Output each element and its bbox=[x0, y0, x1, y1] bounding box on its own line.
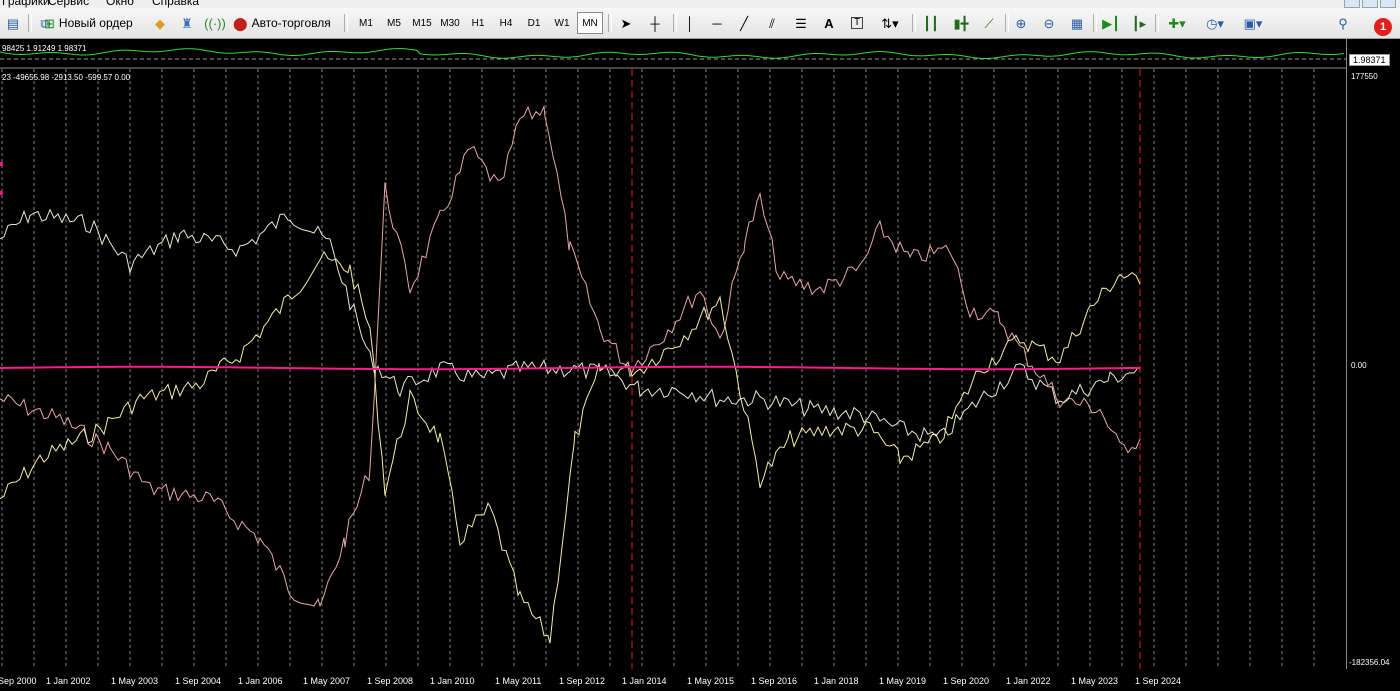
horizontal-line-icon[interactable]: ─ bbox=[706, 12, 728, 34]
x-label: 1 May 2011 bbox=[495, 676, 542, 686]
text-icon[interactable]: A bbox=[818, 12, 840, 34]
text-label-icon[interactable]: T bbox=[845, 12, 869, 34]
y-axis-min: -182356.04 bbox=[1349, 658, 1390, 667]
new-order-label: Новый ордер bbox=[58, 16, 133, 30]
templates-dropdown-icon[interactable]: ▣▾ bbox=[1236, 12, 1270, 34]
menu-bar: Графики Сервис Окно Справка bbox=[0, 0, 1400, 8]
arrows-dropdown-icon[interactable]: ⇅▾ bbox=[874, 12, 906, 34]
minimize-button[interactable] bbox=[1344, 0, 1360, 8]
x-label: 1 May 2015 bbox=[687, 676, 735, 686]
new-order-icon: ⊞ bbox=[44, 15, 55, 31]
price-axis[interactable]: 1.98371 177550 0.00 -182356.04 bbox=[1346, 39, 1400, 669]
auto-scroll-icon[interactable]: ▶┃ bbox=[1099, 12, 1123, 34]
chart-canvas[interactable] bbox=[0, 39, 1346, 669]
fibonacci-icon[interactable]: ☰ bbox=[789, 12, 813, 34]
x-label: 1 Sep 2024 bbox=[1135, 676, 1182, 686]
tile-windows-icon[interactable]: ▦ bbox=[1065, 12, 1089, 34]
close-button[interactable] bbox=[1380, 0, 1396, 8]
auto-trading-icon: ⬤ bbox=[233, 15, 248, 31]
magenta-marker-2 bbox=[0, 191, 3, 195]
timeframe-h4[interactable]: H4 bbox=[493, 12, 519, 34]
x-label: 1 May 2007 bbox=[303, 676, 351, 686]
x-label: 1 Sep 2020 bbox=[943, 676, 990, 686]
navigator-icon[interactable]: ♜ bbox=[176, 12, 198, 34]
vertical-line-icon[interactable]: │ bbox=[679, 12, 701, 34]
zoom-out-icon[interactable]: ⊖ bbox=[1037, 12, 1061, 34]
x-label: 1 Sep 2016 bbox=[751, 676, 798, 686]
toolbar: ▤ ⧉ ⊞ Новый ордер ◆ ♜ ((·)) ⬤ Авто-торго… bbox=[0, 8, 1400, 39]
chart-window[interactable]: 98425 1.91249 1.98371 23 -49655.98 -2913… bbox=[0, 39, 1346, 669]
x-label: 1 Sep 2004 bbox=[175, 676, 222, 686]
magenta-marker-1 bbox=[0, 162, 3, 166]
profiles-icon[interactable]: ▤ bbox=[2, 12, 24, 34]
timeframe-h1[interactable]: H1 bbox=[465, 12, 491, 34]
x-label: 1 Jan 2022 bbox=[1006, 676, 1051, 686]
series-magenta bbox=[0, 365, 1140, 371]
series-pink bbox=[0, 104, 1141, 608]
zoom-in-icon[interactable]: ⊕ bbox=[1009, 12, 1033, 34]
x-label: 1 Jan 2010 bbox=[430, 676, 475, 686]
notification-badge[interactable]: 1 bbox=[1374, 18, 1392, 36]
signals-icon[interactable]: ((·)) bbox=[203, 12, 227, 34]
auto-trading-button[interactable]: ⬤ Авто-торговля bbox=[233, 12, 339, 34]
new-order-button[interactable]: ⊞ Новый ордер bbox=[44, 12, 144, 34]
candlestick-icon[interactable]: ▮╋ bbox=[948, 12, 974, 34]
periods-dropdown-icon[interactable]: ◷▾ bbox=[1198, 12, 1232, 34]
price-label-current: 1.98371 bbox=[1349, 54, 1390, 66]
equidistant-channel-icon[interactable]: ⫽ bbox=[760, 12, 784, 34]
menu-window[interactable]: Окно bbox=[106, 0, 134, 8]
indicators-dropdown-icon[interactable]: ✚▾ bbox=[1160, 12, 1194, 34]
y-axis-max: 177550 bbox=[1351, 72, 1378, 81]
x-label: Sep 2000 bbox=[0, 676, 37, 686]
chart-shift-icon[interactable]: ┃▸ bbox=[1127, 12, 1151, 34]
top-pane-green-series bbox=[0, 48, 1345, 59]
window-controls bbox=[1344, 0, 1396, 8]
cursor-icon[interactable]: ➤ bbox=[614, 12, 638, 34]
line-chart-icon[interactable]: ⟋ bbox=[977, 12, 1001, 34]
timeframe-m30[interactable]: M30 bbox=[437, 12, 463, 34]
x-label: 1 May 2019 bbox=[879, 676, 927, 686]
menu-charts[interactable]: Графики bbox=[2, 0, 50, 8]
search-icon[interactable]: ⚲ bbox=[1332, 12, 1354, 34]
timeframe-m1[interactable]: M1 bbox=[353, 12, 379, 34]
top-pane-info: 98425 1.91249 1.98371 bbox=[2, 44, 87, 53]
timeframe-d1[interactable]: D1 bbox=[521, 12, 547, 34]
timeframe-mn[interactable]: MN bbox=[577, 12, 603, 34]
timeframe-w1[interactable]: W1 bbox=[549, 12, 575, 34]
x-label: 1 Sep 2012 bbox=[559, 676, 606, 686]
timeframe-m15[interactable]: M15 bbox=[409, 12, 435, 34]
series-yellow bbox=[0, 250, 1141, 644]
main-pane-info: 23 -49655.98 -2913.50 -599.57 0.00 bbox=[2, 73, 131, 82]
x-label: 1 Jan 2018 bbox=[814, 676, 859, 686]
x-label: 1 Jan 2002 bbox=[46, 676, 91, 686]
market-watch-icon[interactable]: ◆ bbox=[149, 12, 171, 34]
y-axis-zero: 0.00 bbox=[1351, 361, 1367, 370]
crosshair-icon[interactable]: ┼ bbox=[643, 12, 667, 34]
bar-chart-icon[interactable]: ┃┃ bbox=[918, 12, 944, 34]
x-label: 1 Jan 2006 bbox=[238, 676, 283, 686]
timeframe-m5[interactable]: M5 bbox=[381, 12, 407, 34]
x-label: 1 May 2003 bbox=[111, 676, 159, 686]
x-label: 1 Sep 2008 bbox=[367, 676, 414, 686]
auto-trading-label: Авто-торговля bbox=[251, 16, 331, 30]
menu-service[interactable]: Сервис bbox=[48, 0, 89, 8]
restore-button[interactable] bbox=[1362, 0, 1378, 8]
x-label: 1 Jan 2014 bbox=[622, 676, 667, 686]
trendline-icon[interactable]: ╱ bbox=[733, 12, 755, 34]
menu-help[interactable]: Справка bbox=[152, 0, 199, 8]
time-axis: Sep 2000 1 Jan 2002 1 May 2003 1 Sep 200… bbox=[0, 669, 1400, 691]
x-label: 1 May 2023 bbox=[1071, 676, 1119, 686]
